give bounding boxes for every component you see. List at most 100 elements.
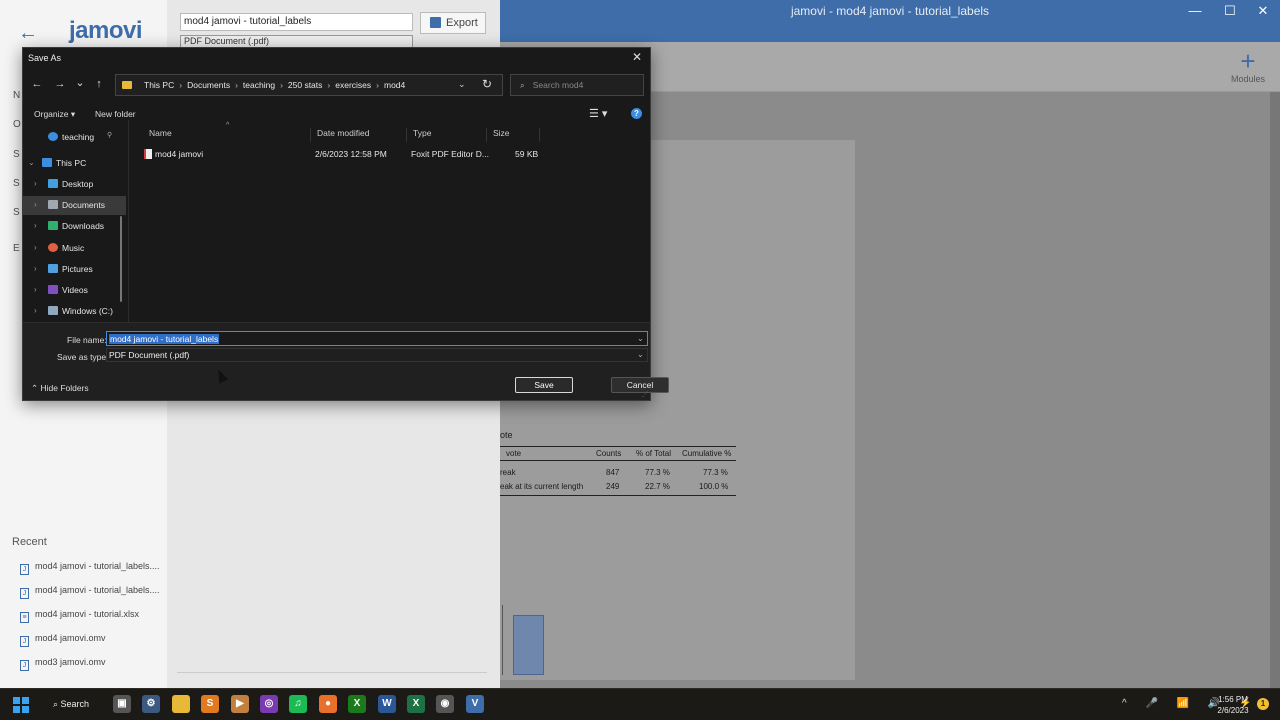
chevron-down-icon[interactable]: ⌄ — [637, 333, 644, 344]
excel-icon[interactable]: X — [407, 695, 425, 713]
firefox-icon[interactable]: ● — [319, 695, 337, 713]
tree-item-desktop[interactable]: › Desktop — [23, 175, 126, 194]
tree-item-music[interactable]: › Music — [23, 239, 126, 258]
chevron-right-icon[interactable]: › — [34, 243, 37, 252]
recent-file[interactable]: Jmod3 jamovi.omv — [20, 657, 160, 675]
chevron-right-icon[interactable]: › — [34, 200, 37, 209]
help-icon[interactable]: ? — [631, 108, 642, 119]
column-header-type[interactable]: Type — [407, 128, 487, 142]
drive-icon — [48, 306, 58, 315]
file-explorer-icon[interactable] — [172, 695, 190, 713]
hide-folders-toggle[interactable]: ⌃ Hide Folders — [31, 383, 89, 394]
cancel-button[interactable]: Cancel — [611, 377, 669, 393]
nav-item[interactable]: E — [13, 243, 20, 254]
address-bar[interactable]: This PC › Documents › teaching › 250 stats › exe… — [115, 74, 503, 96]
search-icon: ⌕ — [520, 80, 525, 90]
breadcrumb-item[interactable]: This PC — [144, 80, 174, 90]
chrome-icon[interactable]: ◉ — [436, 695, 454, 713]
recent-locations-icon[interactable]: ⌄ — [73, 76, 87, 89]
recent-file[interactable]: Jmod4 jamovi - tutorial_labels.... — [20, 561, 160, 579]
spotify-icon[interactable]: ♫ — [289, 695, 307, 713]
desktop-icon — [48, 179, 58, 188]
taskbar-search-label: Search — [60, 699, 90, 709]
app-5-icon[interactable]: ▶ — [231, 695, 249, 713]
file-name-input[interactable]: mod4 jamovi - tutorial_labels ⌄ — [106, 331, 648, 346]
forward-icon[interactable]: → — [53, 78, 67, 90]
chevron-down-icon[interactable]: ⌄ — [458, 79, 466, 90]
export-filename-field[interactable]: mod4 jamovi - tutorial_labels — [180, 13, 413, 31]
tree-item-videos[interactable]: › Videos — [23, 281, 126, 300]
modules-button[interactable]: + Modules — [1228, 48, 1268, 84]
search-input[interactable]: ⌕ Search mod4 — [510, 74, 644, 96]
chevron-down-icon[interactable]: ⌄ — [637, 349, 644, 360]
recent-file[interactable]: ≡ mod4 jamovi - tutorial.xlsx — [20, 609, 160, 627]
settings-icon[interactable]: ⚙ — [142, 695, 160, 713]
file-list-item[interactable]: mod4 jamovi 2/6/2023 12:58 PM Foxit PDF … — [141, 147, 541, 161]
start-button[interactable] — [13, 697, 29, 713]
tree-item-teaching[interactable]: teaching ⚲ — [23, 128, 126, 147]
column-header-date[interactable]: Date modified — [311, 128, 407, 142]
app-6-icon[interactable]: ◎ — [260, 695, 278, 713]
chevron-right-icon[interactable]: › — [34, 179, 37, 188]
nav-item[interactable]: O — [13, 119, 21, 130]
clock[interactable]: 1:56 PM 2/6/2023 — [1212, 694, 1254, 716]
nav-item[interactable]: S — [13, 149, 20, 160]
nav-item[interactable]: S — [13, 207, 20, 218]
tree-item-label: Desktop — [62, 179, 94, 189]
nav-item[interactable]: N — [13, 90, 20, 101]
refresh-icon[interactable]: ↻ — [482, 77, 492, 91]
breadcrumb-item[interactable]: teaching — [243, 80, 275, 90]
chevron-right-icon[interactable]: › — [34, 264, 37, 273]
chevron-down-icon[interactable]: ⌄ — [28, 158, 35, 167]
notification-badge[interactable]: 1 — [1257, 698, 1269, 710]
column-header-name[interactable]: Name — [143, 128, 311, 142]
breadcrumb-item[interactable]: mod4 — [384, 80, 405, 90]
breadcrumb-item[interactable]: exercises — [335, 80, 371, 90]
jamovi-icon[interactable]: V — [466, 695, 484, 713]
table-bottom-rule — [500, 495, 736, 496]
minimize-button[interactable]: — — [1180, 3, 1210, 18]
save-button[interactable]: Save — [515, 377, 573, 393]
chevron-right-icon[interactable]: › — [34, 221, 37, 230]
close-window-button[interactable]: ✕ — [1248, 3, 1278, 19]
organize-button[interactable]: Organize ▾ — [34, 109, 75, 120]
nav-item[interactable]: S — [13, 178, 20, 189]
tree-item-pictures[interactable]: › Pictures — [23, 260, 126, 279]
taskbar-search[interactable]: ⌕ Search — [45, 695, 105, 715]
results-scrollbar[interactable] — [1270, 92, 1280, 688]
up-folder-icon[interactable]: ↑ — [92, 78, 106, 90]
xbox-icon[interactable]: X — [348, 695, 366, 713]
recent-file[interactable]: Jmod4 jamovi - tutorial_labels.... — [20, 585, 160, 603]
save-as-type-select[interactable]: PDF Document (.pdf) ⌄ — [106, 348, 648, 362]
task-view-icon[interactable]: ▣ — [113, 695, 131, 713]
recent-file[interactable]: Jmod4 jamovi.omv — [20, 633, 160, 651]
export-button-label: Export — [446, 17, 478, 29]
sublime-icon[interactable]: S — [201, 695, 219, 713]
export-button[interactable]: Export — [420, 12, 486, 34]
breadcrumb-item[interactable]: Documents — [187, 80, 230, 90]
back-icon[interactable]: ← — [30, 78, 44, 90]
back-arrow-icon[interactable]: ← — [18, 22, 38, 45]
tree-scrollbar[interactable] — [120, 216, 122, 302]
chevron-right-icon[interactable]: › — [34, 306, 37, 315]
tree-item-label: Downloads — [62, 221, 105, 231]
download-icon — [48, 221, 58, 230]
tree-item-documents[interactable]: › Documents — [23, 196, 126, 215]
file-icon: J — [20, 660, 29, 671]
close-icon[interactable]: ✕ — [629, 50, 645, 64]
breadcrumb-item[interactable]: 250 stats — [288, 80, 323, 90]
tree-item-windows-c[interactable]: › Windows (C:) — [23, 302, 126, 321]
tree-item-downloads[interactable]: › Downloads — [23, 217, 126, 236]
column-header-size[interactable]: Size — [487, 128, 540, 142]
tree-item-label: Windows (C:) — [62, 306, 114, 316]
chevron-right-icon[interactable]: › — [34, 285, 37, 294]
resize-grip-icon[interactable]: ⋰ — [642, 391, 648, 398]
maximize-button[interactable]: ☐ — [1215, 3, 1245, 19]
save-as-type-label: Save as type: — [57, 352, 109, 362]
table-cell: 100.0 % — [699, 482, 729, 491]
new-folder-button[interactable]: New folder — [95, 109, 136, 119]
pane-divider[interactable] — [128, 120, 129, 322]
view-options-icon[interactable]: ☰ ▾ — [589, 107, 607, 120]
tree-item-this-pc[interactable]: ⌄ This PC — [23, 154, 126, 173]
word-icon[interactable]: W — [378, 695, 396, 713]
